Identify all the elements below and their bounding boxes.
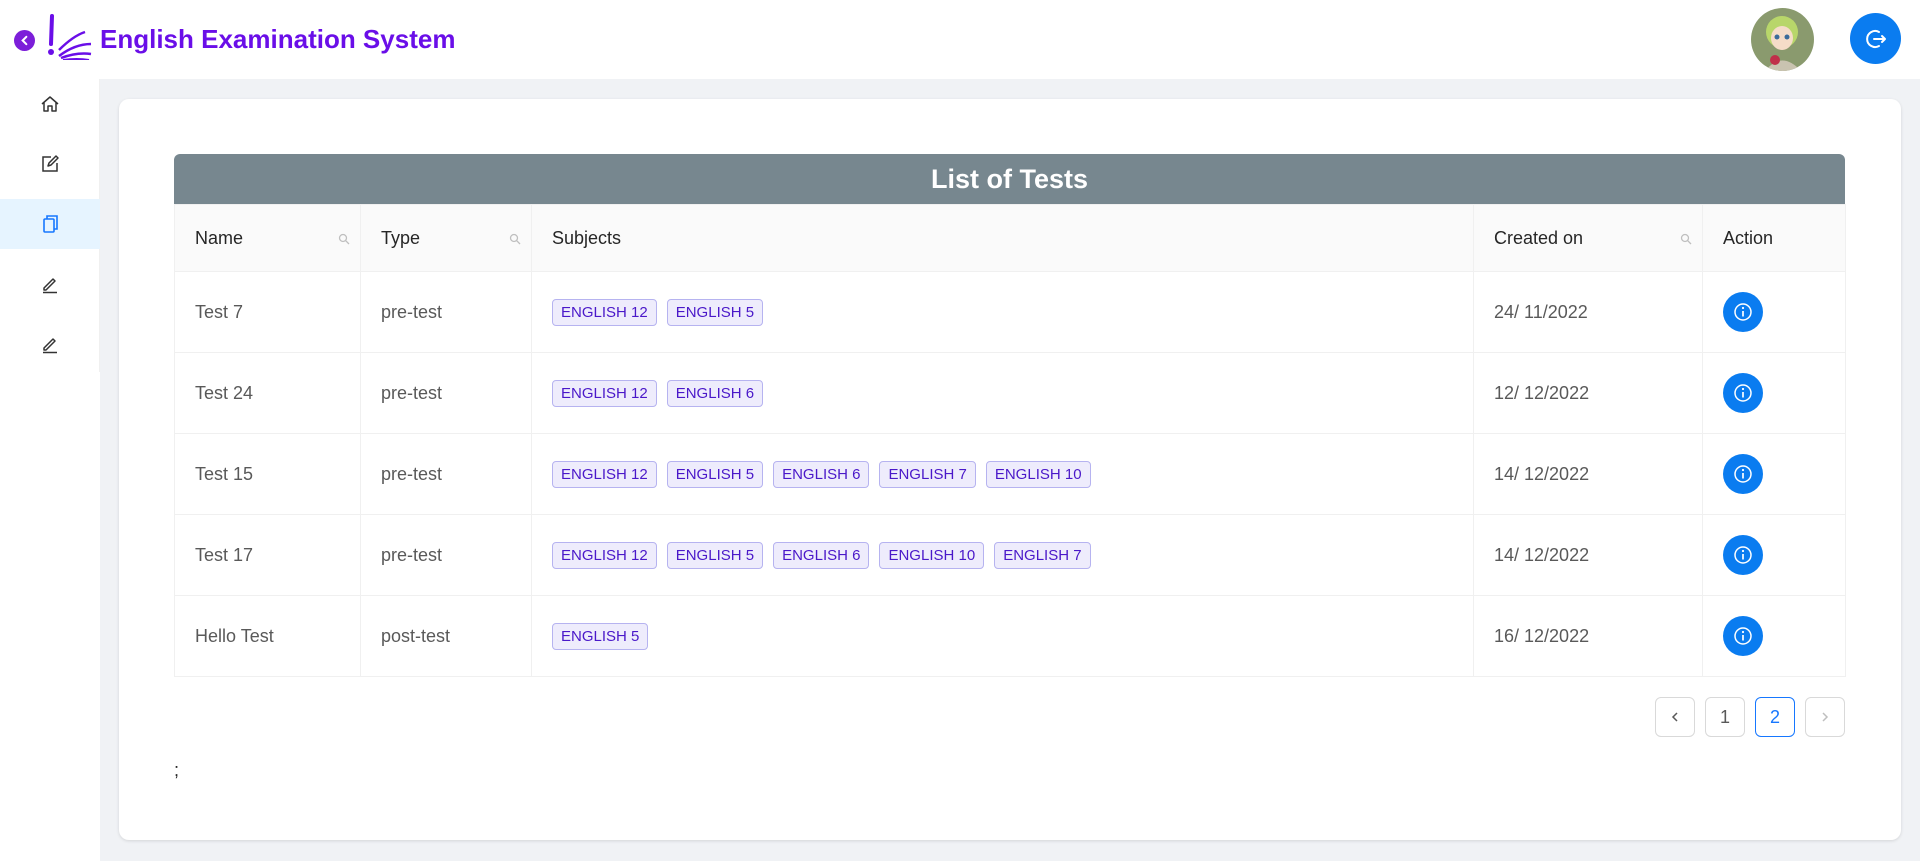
pagination-page-1[interactable]: 1 (1705, 697, 1745, 737)
logout-icon (1865, 29, 1886, 48)
cell-subjects: ENGLISH 12 ENGLISH 5 ENGLISH 6 ENGLISH 7 ENG… (531, 433, 1474, 515)
cell-type: pre-test (360, 514, 532, 596)
column-label: Name (195, 227, 244, 248)
cell-subjects: ENGLISH 12 ENGLISH 5 ENGLISH 6 ENGLISH 10 EN… (531, 514, 1474, 596)
subject-tag: ENGLISH 12 (552, 460, 657, 488)
subject-tag: ENGLISH 10 (985, 460, 1091, 488)
info-icon (1734, 627, 1752, 645)
subject-tag: ENGLISH 12 (552, 379, 657, 407)
cell-action (1702, 595, 1846, 677)
column-header-subjects: Subjects (531, 204, 1474, 272)
view-details-button[interactable] (1723, 373, 1763, 413)
view-details-button[interactable] (1723, 616, 1763, 656)
cell-subjects: ENGLISH 12 ENGLISH 6 (531, 352, 1474, 434)
search-icon[interactable] (509, 233, 521, 245)
search-icon[interactable] (1680, 233, 1692, 245)
sidebar (0, 79, 100, 372)
subject-tag: ENGLISH 12 (552, 298, 657, 326)
cell-created: 12/ 12/2022 (1473, 352, 1703, 434)
info-icon (1734, 303, 1752, 321)
sidebar-item-pen-2[interactable] (0, 319, 100, 369)
subject-tag: ENGLISH 7 (879, 460, 976, 488)
sidebar-item-home[interactable] (0, 79, 100, 129)
cell-name: Test 24 (174, 352, 361, 434)
cell-subjects: ENGLISH 5 (531, 595, 1474, 677)
avatar-image (1751, 8, 1814, 71)
column-header-type: Type (360, 204, 532, 272)
pagination-next-button[interactable] (1805, 697, 1845, 737)
column-header-action: Action (1702, 204, 1846, 272)
table-row: Test 17 pre-test ENGLISH 12 ENGLISH 5 ENGLIS… (174, 514, 1846, 596)
cell-subjects: ENGLISH 12 ENGLISH 5 (531, 271, 1474, 353)
column-header-name: Name (174, 204, 361, 272)
cell-name: Hello Test (174, 595, 361, 677)
cell-action (1702, 271, 1846, 353)
sidebar-item-tests[interactable] (0, 199, 100, 249)
search-icon[interactable] (338, 233, 350, 245)
column-label: Type (381, 227, 421, 248)
view-details-button[interactable] (1723, 454, 1763, 494)
user-avatar[interactable] (1751, 8, 1814, 71)
pen-icon (43, 278, 57, 294)
app-title: English Examination System (100, 24, 456, 54)
column-header-created: Created on (1473, 204, 1703, 272)
cell-type: pre-test (360, 352, 532, 434)
subject-tag: ENGLISH 5 (666, 541, 764, 569)
chevron-left-icon (1671, 712, 1678, 722)
home-icon (41, 96, 59, 112)
copy-icon (43, 215, 58, 233)
cell-type: post-test (360, 595, 532, 677)
column-label: Action (1723, 227, 1774, 248)
logo-icon (48, 14, 92, 60)
subject-tag: ENGLISH 12 (552, 541, 657, 569)
tests-table: Name Type Subjects Created on Action Tes… (174, 204, 1846, 677)
info-icon (1734, 546, 1752, 564)
collapse-sidebar-button[interactable] (14, 30, 35, 51)
subject-tag: ENGLISH 6 (773, 541, 870, 569)
cell-action (1702, 352, 1846, 434)
subject-tag: ENGLISH 5 (666, 298, 764, 326)
cell-name: Test 7 (174, 271, 361, 353)
table-title: List of Tests (174, 154, 1845, 204)
cell-name: Test 15 (174, 433, 361, 515)
cell-created: 16/ 12/2022 (1473, 595, 1703, 677)
app-header: English Examination System (0, 0, 1920, 79)
subject-tag: ENGLISH 7 (994, 541, 1091, 569)
cell-created: 14/ 12/2022 (1473, 514, 1703, 596)
pagination-page-2[interactable]: 2 (1755, 697, 1795, 737)
column-label: Created on (1494, 227, 1584, 248)
table-row: Test 24 pre-test ENGLISH 12 ENGLISH 6 12/ 12… (174, 352, 1846, 434)
subject-tag: ENGLISH 5 (552, 622, 649, 650)
view-details-button[interactable] (1723, 535, 1763, 575)
cell-type: pre-test (360, 433, 532, 515)
cell-created: 24/ 11/2022 (1473, 271, 1703, 353)
table-row: Test 15 pre-test ENGLISH 12 ENGLISH 5 ENGLIS… (174, 433, 1846, 515)
info-icon (1734, 384, 1752, 402)
table-row: Hello Test post-test ENGLISH 5 16/ 12/2022 (174, 595, 1846, 677)
column-label: Subjects (552, 227, 622, 248)
cell-created: 14/ 12/2022 (1473, 433, 1703, 515)
edit-square-icon (42, 155, 59, 172)
subject-tag: ENGLISH 5 (666, 460, 764, 488)
chevron-right-icon (1822, 712, 1829, 722)
pagination-prev-button[interactable] (1655, 697, 1695, 737)
footer-text: ; (174, 760, 180, 780)
table-header-row: Name Type Subjects Created on Action (174, 204, 1846, 272)
pen-icon (43, 338, 57, 354)
subject-tag: ENGLISH 6 (773, 460, 870, 488)
cell-action (1702, 514, 1846, 596)
view-details-button[interactable] (1723, 292, 1763, 332)
cell-action (1702, 433, 1846, 515)
arrow-left-icon (21, 35, 28, 46)
logout-button[interactable] (1850, 13, 1901, 64)
cell-type: pre-test (360, 271, 532, 353)
subject-tag: ENGLISH 6 (666, 379, 764, 407)
info-icon (1734, 465, 1752, 483)
table-row: Test 7 pre-test ENGLISH 12 ENGLISH 5 24/ 11/… (174, 271, 1846, 353)
sidebar-item-edit[interactable] (0, 139, 100, 189)
sidebar-item-pen-1[interactable] (0, 259, 100, 309)
subject-tag: ENGLISH 10 (879, 541, 985, 569)
cell-name: Test 17 (174, 514, 361, 596)
